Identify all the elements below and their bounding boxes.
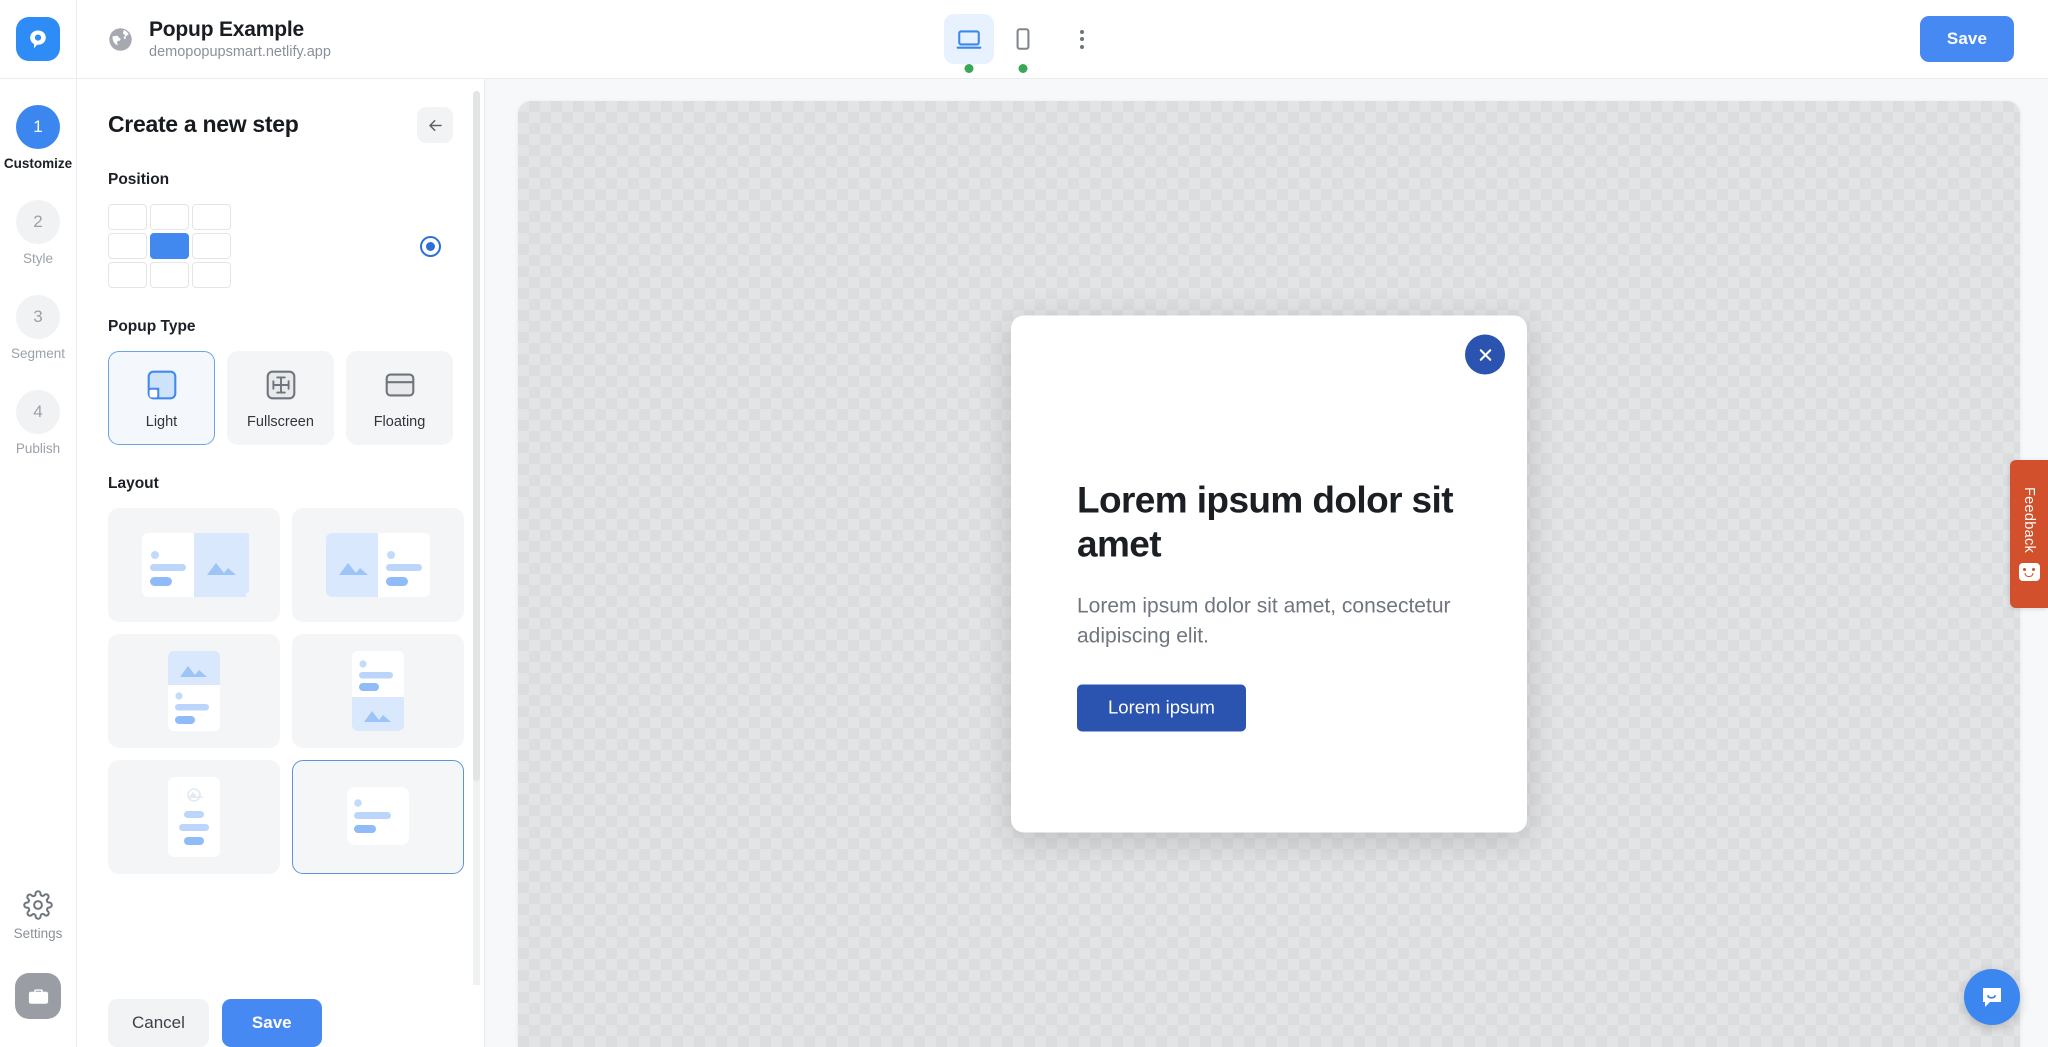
popup-type-label: Fullscreen bbox=[247, 414, 314, 430]
step-item-customize[interactable]: 1 Customize bbox=[4, 105, 72, 171]
popup-heading: Lorem ipsum dolor sit amet bbox=[1077, 479, 1454, 565]
chat-bubble-icon[interactable] bbox=[1964, 969, 2020, 1025]
panel-scroll-area: Create a new step Position Popup Type Li… bbox=[77, 79, 484, 1047]
close-x-icon[interactable] bbox=[1465, 334, 1505, 375]
brand-cell bbox=[0, 0, 77, 79]
popup-type-label: Floating bbox=[373, 414, 426, 430]
popup-type-section-label: Popup Type bbox=[108, 318, 196, 335]
step-item-segment[interactable]: 3 Segment bbox=[11, 295, 65, 361]
panel-title: Create a new step bbox=[108, 111, 299, 137]
popup-type-light[interactable]: Light bbox=[108, 351, 215, 445]
step-number: 3 bbox=[15, 295, 60, 339]
editor-panel: Create a new step Position Popup Type Li… bbox=[77, 79, 485, 1047]
position-cell-middle-center[interactable] bbox=[150, 233, 189, 259]
device-switch bbox=[944, 14, 1104, 73]
layout-option-centered-text-only[interactable] bbox=[108, 760, 280, 874]
save-button-top[interactable]: Save bbox=[1919, 16, 2014, 62]
popupsmart-logo-icon[interactable] bbox=[16, 17, 60, 61]
site-block: Popup Example demopopupsmart.netlify.app bbox=[77, 18, 331, 61]
step-label: Publish bbox=[15, 441, 61, 456]
device-toggle-mobile[interactable] bbox=[998, 14, 1048, 73]
settings-label: Settings bbox=[13, 926, 63, 941]
feedback-tab[interactable]: Feedback bbox=[2010, 460, 2048, 608]
popup-cta-button[interactable]: Lorem ipsum bbox=[1077, 684, 1246, 732]
cancel-button[interactable]: Cancel bbox=[108, 999, 209, 1047]
position-radio-button[interactable] bbox=[420, 235, 441, 257]
feedback-label: Feedback bbox=[2021, 486, 2037, 554]
globe-icon bbox=[107, 26, 134, 53]
layout-grid bbox=[108, 508, 464, 874]
step-label: Style bbox=[22, 251, 53, 266]
layout-option-image-left-content-right[interactable] bbox=[292, 508, 464, 622]
panel-footer: Cancel Save bbox=[77, 985, 484, 1047]
popup-type-label: Light bbox=[145, 414, 178, 430]
preview-canvas: Lorem ipsum dolor sit amet Lorem ipsum d… bbox=[518, 101, 2020, 1047]
position-grid bbox=[108, 204, 231, 288]
popup-body-text: Lorem ipsum dolor sit amet, consectetur … bbox=[1077, 594, 1451, 648]
panel-header: Create a new step bbox=[108, 107, 453, 143]
fullscreen-popup-icon bbox=[266, 370, 295, 400]
floating-popup-icon bbox=[385, 373, 414, 397]
position-cell-middle-right[interactable] bbox=[192, 233, 231, 259]
sidebar-item-settings[interactable]: Settings bbox=[13, 890, 63, 941]
layout-section-label: Layout bbox=[108, 475, 159, 492]
mobile-icon bbox=[1016, 28, 1030, 50]
layout-option-image-top-content-bottom[interactable] bbox=[108, 634, 280, 748]
device-toggle-desktop[interactable] bbox=[944, 14, 994, 73]
site-url: demopopupsmart.netlify.app bbox=[149, 43, 331, 60]
position-cell-bottom-left[interactable] bbox=[108, 262, 147, 288]
position-cell-top-center[interactable] bbox=[150, 204, 189, 230]
position-cell-bottom-center[interactable] bbox=[150, 262, 189, 288]
desktop-icon bbox=[956, 30, 982, 49]
position-cell-bottom-right[interactable] bbox=[192, 262, 231, 288]
step-number: 2 bbox=[16, 200, 60, 244]
layout-option-content-left-image-right[interactable] bbox=[108, 508, 280, 622]
step-label: Segment bbox=[10, 346, 66, 361]
popup-type-floating[interactable]: Floating bbox=[346, 351, 453, 445]
rail-bottom: Settings bbox=[13, 890, 63, 1047]
layout-option-content-top-image-bottom[interactable] bbox=[292, 634, 464, 748]
steps-rail: 1 Customize 2 Style 3 Segment 4 Publish bbox=[0, 79, 77, 1047]
site-texts: Popup Example demopopupsmart.netlify.app bbox=[149, 18, 331, 61]
body-row: 1 Customize 2 Style 3 Segment 4 Publish bbox=[0, 79, 2048, 1047]
app-root: Popup Example demopopupsmart.netlify.app bbox=[0, 0, 2048, 1047]
gear-icon bbox=[23, 890, 53, 920]
step-number: 4 bbox=[16, 390, 60, 434]
position-cell-middle-left[interactable] bbox=[108, 233, 147, 259]
briefcase-icon[interactable] bbox=[15, 973, 61, 1019]
mobile-status-dot bbox=[1018, 64, 1028, 73]
position-cell-top-right[interactable] bbox=[192, 204, 231, 230]
smiley-face-icon bbox=[2018, 563, 2040, 582]
save-button-panel[interactable]: Save bbox=[221, 999, 322, 1047]
popup-type-row: Light Fullscreen Floating bbox=[108, 351, 453, 445]
popup-type-fullscreen[interactable]: Fullscreen bbox=[227, 351, 334, 445]
step-item-publish[interactable]: 4 Publish bbox=[16, 390, 60, 456]
position-section-label: Position bbox=[108, 171, 170, 188]
preview-canvas-wrap: Lorem ipsum dolor sit amet Lorem ipsum d… bbox=[485, 79, 2048, 1047]
light-popup-icon bbox=[147, 370, 176, 400]
desktop-status-dot bbox=[964, 64, 974, 73]
kebab-menu-icon[interactable] bbox=[1060, 17, 1104, 61]
step-number: 1 bbox=[15, 105, 60, 149]
popup-preview: Lorem ipsum dolor sit amet Lorem ipsum d… bbox=[1011, 315, 1527, 833]
position-cell-top-left[interactable] bbox=[108, 204, 147, 230]
position-row bbox=[108, 204, 453, 288]
layout-option-left-aligned-text-only[interactable] bbox=[292, 760, 464, 874]
arrow-left-icon[interactable] bbox=[417, 107, 453, 143]
page-title: Popup Example bbox=[149, 17, 304, 41]
top-bar: Popup Example demopopupsmart.netlify.app bbox=[0, 0, 2048, 79]
panel-scrollbar[interactable] bbox=[473, 91, 480, 1026]
step-item-style[interactable]: 2 Style bbox=[16, 200, 60, 266]
step-label: Customize bbox=[3, 156, 73, 171]
